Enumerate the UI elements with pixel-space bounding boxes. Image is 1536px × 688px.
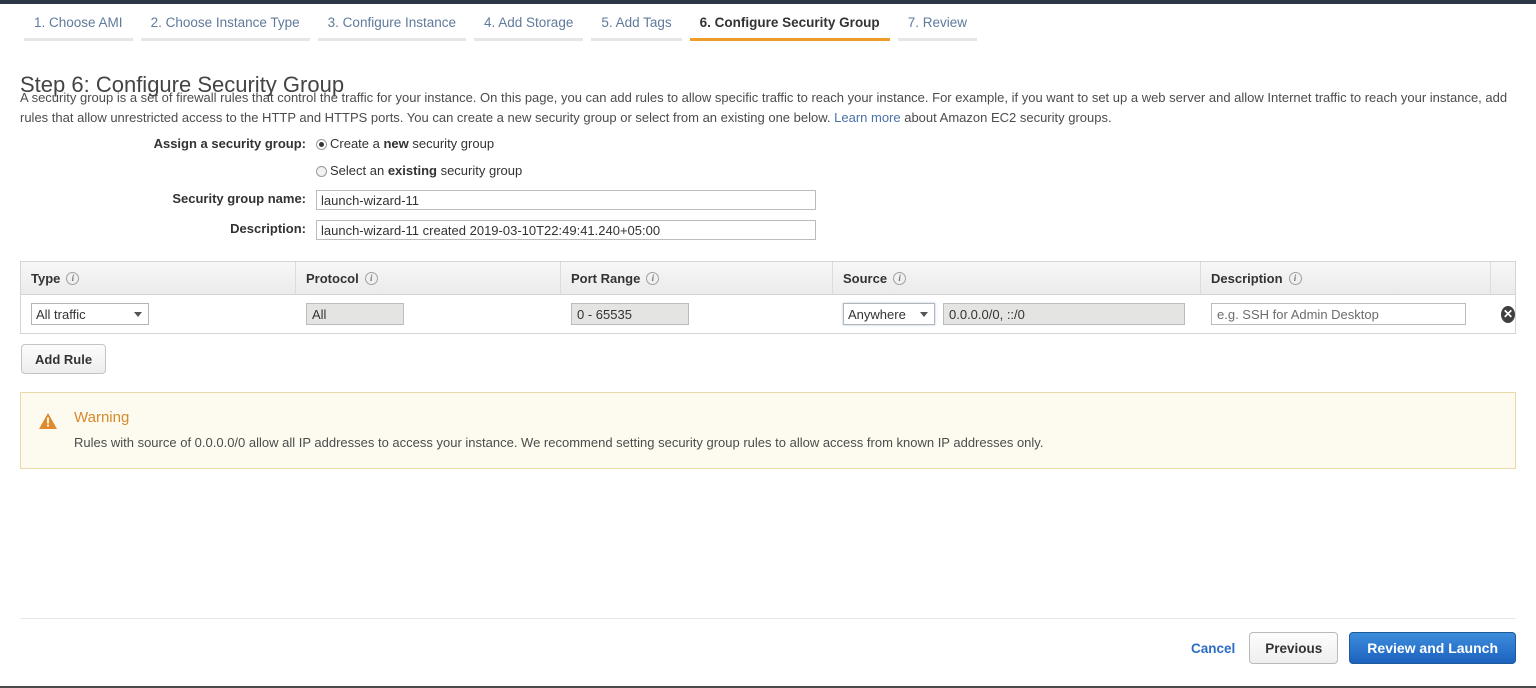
radio-select-existing-icon[interactable] bbox=[316, 165, 327, 177]
cancel-button[interactable]: Cancel bbox=[1191, 641, 1249, 656]
rule-port-range-input bbox=[571, 303, 689, 325]
assign-security-group-options: Create a new security group Select an ex… bbox=[316, 135, 522, 180]
column-header-port-range-label: Port Range bbox=[571, 270, 641, 286]
wizard-step-label: 5. Add Tags bbox=[601, 15, 672, 30]
info-icon-source[interactable]: i bbox=[893, 271, 907, 285]
rule-type-select[interactable]: All traffic bbox=[31, 303, 149, 325]
footer-divider bbox=[20, 618, 1516, 619]
info-icon-type[interactable]: i bbox=[66, 271, 80, 285]
security-group-name-row: Security group name: bbox=[0, 190, 1536, 210]
radio-create-new-label: Create a new security group bbox=[330, 135, 494, 153]
column-header-protocol: Protocol i bbox=[296, 262, 561, 294]
security-group-description-input[interactable] bbox=[316, 220, 816, 240]
radio-select-existing-label-bold: existing bbox=[387, 163, 437, 178]
rule-type-cell: All traffic bbox=[21, 295, 296, 333]
warning-title: Warning bbox=[74, 409, 130, 426]
rule-source-select[interactable]: Anywhere bbox=[843, 303, 935, 325]
wizard-step-underline-active bbox=[689, 38, 890, 41]
column-header-type: Type i bbox=[21, 262, 296, 294]
delete-rule-icon[interactable]: ✕ bbox=[1501, 305, 1515, 323]
footer-actions: Cancel Previous Review and Launch bbox=[1191, 632, 1516, 664]
wizard-step-underline bbox=[897, 38, 977, 41]
top-navigation-bar bbox=[0, 0, 1536, 4]
wizard-step-7-review[interactable]: 7. Review bbox=[894, 14, 981, 41]
column-header-description-label: Description bbox=[1211, 270, 1283, 286]
info-icon-protocol[interactable]: i bbox=[364, 271, 378, 285]
assign-security-group-row: Assign a security group: Create a new se… bbox=[0, 135, 1536, 180]
wizard-steps-nav: 1. Choose AMI 2. Choose Instance Type 3.… bbox=[20, 14, 1516, 42]
radio-create-new-label-bold: new bbox=[383, 136, 409, 151]
learn-more-link[interactable]: Learn more bbox=[834, 110, 900, 125]
wizard-step-1-choose-ami[interactable]: 1. Choose AMI bbox=[20, 14, 137, 41]
wizard-step-label: 7. Review bbox=[907, 15, 967, 30]
radio-select-existing-label-post: security group bbox=[436, 163, 523, 178]
rule-port-range-cell bbox=[561, 295, 833, 333]
column-header-protocol-label: Protocol bbox=[306, 270, 359, 286]
add-rule-button[interactable]: Add Rule bbox=[21, 344, 107, 374]
radio-option-create-new[interactable]: Create a new security group bbox=[316, 135, 522, 153]
page-description-text-end: about Amazon EC2 security groups. bbox=[900, 110, 1112, 125]
radio-create-new-label-pre: Create a bbox=[330, 136, 384, 151]
column-header-type-label: Type bbox=[31, 270, 61, 286]
rule-description-input[interactable] bbox=[1211, 303, 1466, 325]
rule-type-select-wrapper: All traffic bbox=[31, 303, 149, 325]
previous-button[interactable]: Previous bbox=[1249, 632, 1339, 664]
page-description: A security group is a set of firewall ru… bbox=[20, 88, 1516, 128]
rule-source-cidr-input[interactable] bbox=[943, 303, 1185, 325]
wizard-step-label: 4. Add Storage bbox=[484, 15, 574, 30]
warning-banner: Warning Rules with source of 0.0.0.0/0 a… bbox=[20, 392, 1516, 469]
warning-triangle-icon bbox=[39, 413, 57, 429]
rule-actions-cell: ✕ bbox=[1491, 295, 1515, 333]
wizard-step-underline bbox=[140, 38, 310, 41]
security-group-rules-table: Type i Protocol i Port Range i Source i … bbox=[20, 261, 1516, 334]
assign-security-group-label: Assign a security group: bbox=[153, 136, 306, 151]
radio-select-existing-label-pre: Select an bbox=[330, 163, 388, 178]
wizard-step-label: 6. Configure Security Group bbox=[699, 15, 880, 30]
rule-source-select-wrapper: Anywhere bbox=[843, 303, 935, 325]
wizard-step-label: 1. Choose AMI bbox=[34, 15, 123, 30]
rule-description-cell bbox=[1201, 295, 1491, 333]
column-header-source-label: Source bbox=[843, 270, 888, 286]
wizard-step-underline bbox=[24, 38, 133, 41]
rule-protocol-cell bbox=[296, 295, 561, 333]
warning-text: Rules with source of 0.0.0.0/0 allow all… bbox=[74, 435, 1044, 450]
radio-select-existing-label: Select an existing security group bbox=[330, 162, 522, 180]
security-group-name-label: Security group name: bbox=[172, 191, 306, 206]
wizard-step-6-configure-security-group[interactable]: 6. Configure Security Group bbox=[686, 14, 894, 41]
review-and-launch-button[interactable]: Review and Launch bbox=[1349, 632, 1516, 664]
wizard-step-underline bbox=[474, 38, 584, 41]
security-group-name-input[interactable] bbox=[316, 190, 816, 210]
info-icon-port-range[interactable]: i bbox=[646, 271, 660, 285]
wizard-step-4-add-storage[interactable]: 4. Add Storage bbox=[470, 14, 587, 41]
radio-create-new-icon[interactable] bbox=[316, 138, 327, 150]
radio-option-select-existing[interactable]: Select an existing security group bbox=[316, 162, 522, 180]
wizard-step-label: 2. Choose Instance Type bbox=[150, 15, 300, 30]
security-group-description-row: Description: bbox=[0, 220, 1536, 240]
security-group-form: Assign a security group: Create a new se… bbox=[0, 135, 1536, 247]
info-icon-description[interactable]: i bbox=[1288, 271, 1302, 285]
wizard-step-underline bbox=[591, 38, 682, 41]
table-row: All traffic Anywhere ✕ bbox=[21, 295, 1515, 333]
column-header-source: Source i bbox=[833, 262, 1201, 294]
column-header-port-range: Port Range i bbox=[561, 262, 833, 294]
page-description-text-start: A security group is a set of firewall ru… bbox=[20, 90, 1508, 125]
wizard-step-label: 3. Configure Instance bbox=[327, 15, 457, 30]
rule-protocol-input bbox=[306, 303, 404, 325]
wizard-step-3-configure-instance[interactable]: 3. Configure Instance bbox=[314, 14, 470, 41]
wizard-step-underline bbox=[317, 38, 467, 41]
radio-create-new-label-post: security group bbox=[408, 136, 495, 151]
column-header-description: Description i bbox=[1201, 262, 1491, 294]
rule-source-cell: Anywhere bbox=[833, 295, 1201, 333]
column-header-actions bbox=[1491, 262, 1515, 294]
wizard-step-5-add-tags[interactable]: 5. Add Tags bbox=[587, 14, 685, 41]
security-group-description-label: Description: bbox=[230, 221, 306, 236]
warning-body: Warning Rules with source of 0.0.0.0/0 a… bbox=[74, 409, 1043, 452]
wizard-step-2-choose-instance-type[interactable]: 2. Choose Instance Type bbox=[137, 14, 314, 41]
rules-table-header-row: Type i Protocol i Port Range i Source i … bbox=[21, 262, 1515, 295]
